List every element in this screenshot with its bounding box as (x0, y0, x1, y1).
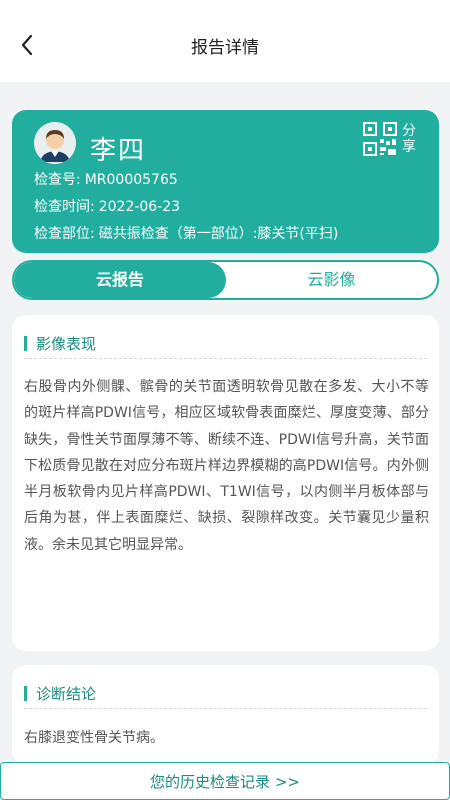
exam-part-label: 检查部位: (34, 226, 95, 242)
findings-text: 右股骨内外侧髁、髌骨的关节面透明软骨见散在多发、大小不等的斑片样高PDWI信号，… (24, 379, 429, 553)
diagnosis-card: 诊断结论 右膝退变性骨关节病。 (12, 665, 439, 765)
report-tabs: 云报告 云影像 (12, 260, 439, 300)
diagnosis-title: 诊断结论 (36, 685, 97, 703)
section-marker (24, 686, 27, 701)
findings-title: 影像表现 (36, 335, 97, 353)
diagnosis-header: 诊断结论 (24, 683, 427, 709)
share-button[interactable]: 分享 (363, 122, 417, 156)
share-label: 分享 (402, 123, 416, 155)
section-marker (24, 336, 27, 351)
exam-time-label: 检查时间: (34, 199, 95, 215)
exam-time-row: 检查时间: 2022-06-23 (34, 196, 180, 216)
exam-number-row: 检查号: MR00005765 (34, 169, 178, 189)
page-title: 报告详情 (191, 38, 259, 58)
diagnosis-text: 右膝退变性骨关节病。 (24, 730, 164, 746)
patient-info-card: 李四 分享 检查号: MR00005765 检查时间: 2022-06-23 检查部… (12, 110, 439, 253)
history-records-link[interactable]: 您的历史检查记录 >> (0, 762, 450, 800)
tab-cloud-image[interactable]: 云影像 (226, 262, 437, 298)
qr-code-icon (363, 122, 397, 156)
exam-time-value: 2022-06-23 (98, 199, 181, 215)
exam-part-value: 磁共振检查（第一部位）:膝关节(平扫) (98, 226, 339, 242)
tab-cloud-report[interactable]: 云报告 (14, 262, 226, 298)
user-avatar-icon (34, 122, 76, 164)
findings-header: 影像表现 (24, 333, 427, 359)
patient-name: 李四 (90, 136, 147, 166)
findings-card: 影像表现 右股骨内外侧髁、髌骨的关节面透明软骨见散在多发、大小不等的斑片样高PD… (12, 315, 439, 651)
exam-part-row: 检查部位: 磁共振检查（第一部位）:膝关节(平扫) (34, 223, 338, 243)
exam-number-value: MR00005765 (84, 172, 178, 188)
top-nav-bar: 报告详情 (0, 0, 450, 82)
exam-number-label: 检查号: (34, 172, 81, 188)
